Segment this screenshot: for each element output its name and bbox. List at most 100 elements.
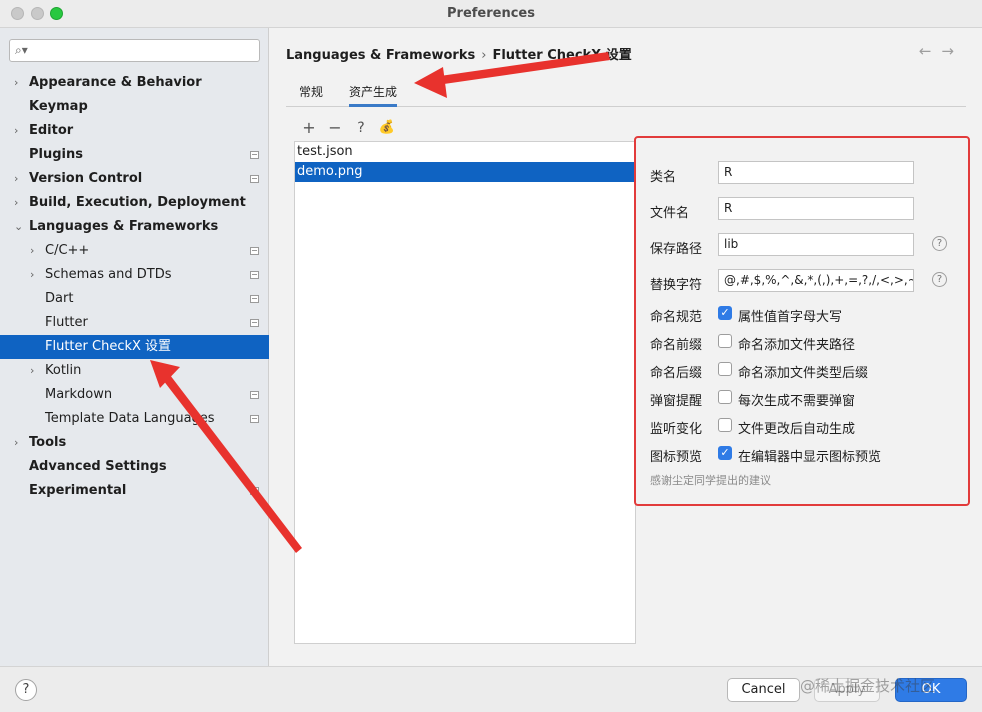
checkbox-auto-generate[interactable] — [718, 418, 732, 432]
search-icon: ⌕▾ — [15, 43, 28, 57]
checkbox-no-popup[interactable] — [718, 390, 732, 404]
sidebar-item[interactable]: Flutter CheckX 设置 — [0, 335, 269, 359]
check-row-label: 监听变化 — [650, 422, 703, 437]
check-row-label: 图标预览 — [650, 450, 703, 465]
sidebar-item-label: Plugins — [29, 147, 83, 162]
sidebar-item-label: Flutter — [45, 315, 88, 330]
sidebar-item[interactable]: Plugins — [0, 143, 269, 167]
sidebar-item[interactable]: › Tools — [0, 431, 269, 455]
checkbox-capitalize[interactable]: ✓ — [718, 306, 732, 320]
chevron-down-icon[interactable]: ⌄ — [14, 215, 23, 239]
back-arrow-icon[interactable]: ← — [919, 42, 942, 60]
checkbox-label[interactable]: 命名添加文件类型后缀 — [738, 362, 868, 381]
tab-asset-generation[interactable]: 资产生成 — [349, 83, 398, 107]
sidebar-item-label: Flutter CheckX 设置 — [45, 339, 172, 354]
file-name-input[interactable]: R — [718, 197, 914, 220]
save-path-input[interactable]: lib — [718, 233, 914, 256]
sidebar-item-label: Editor — [29, 123, 74, 138]
money-bag-icon[interactable]: 💰 — [378, 118, 396, 138]
save-path-help-icon[interactable]: ? — [932, 236, 947, 251]
checkbox-label[interactable]: 文件更改后自动生成 — [738, 418, 855, 437]
checkbox-folder-path[interactable] — [718, 334, 732, 348]
sidebar-item[interactable]: › Kotlin — [0, 359, 269, 383]
tab-general[interactable]: 常规 — [299, 83, 323, 100]
sidebar-item[interactable]: Markdown — [0, 383, 269, 407]
file-item-test-json[interactable]: test.json — [295, 142, 635, 162]
check-row-label: 命名规范 — [650, 310, 703, 325]
checkbox-label[interactable]: 属性值首字母大写 — [738, 306, 842, 325]
cancel-button[interactable]: Cancel — [727, 678, 800, 702]
settings-tree: › Appearance & Behavior Keymap › Editor Plugi… — [0, 71, 269, 503]
sidebar-item[interactable]: › C/C++ — [0, 239, 269, 263]
sidebar-item-label: Keymap — [29, 99, 88, 114]
project-scope-icon — [250, 175, 259, 183]
replace-chars-help-icon[interactable]: ? — [932, 272, 947, 287]
sidebar-item-label: Template Data Languages — [45, 411, 215, 426]
forward-arrow-icon[interactable]: → — [941, 42, 964, 60]
sidebar-item-label: Kotlin — [45, 363, 82, 378]
sidebar-item[interactable]: › Editor — [0, 119, 269, 143]
chevron-right-icon[interactable]: › — [30, 359, 34, 383]
checkbox-icon-preview[interactable]: ✓ — [718, 446, 732, 460]
sidebar-item[interactable]: ⌄ Languages & Frameworks — [0, 215, 269, 239]
checkbox-label[interactable]: 每次生成不需要弹窗 — [738, 390, 855, 409]
window-title: Preferences — [447, 6, 535, 21]
watermark: @稀土掘金技术社区 — [800, 677, 936, 695]
sidebar-item[interactable]: Flutter — [0, 311, 269, 335]
tab-bar: 常规 资产生成 — [286, 76, 966, 107]
breadcrumb: Languages & Frameworks › Flutter CheckX 设置 — [286, 44, 632, 63]
sidebar-item[interactable]: › Build, Execution, Deployment — [0, 191, 269, 215]
sidebar-item[interactable]: Dart — [0, 287, 269, 311]
preferences-window: Preferences ⌕▾ › Appearance & Behavior Key… — [0, 0, 982, 712]
sidebar-item-label: Dart — [45, 291, 74, 306]
replace-chars-label: 替换字符 — [650, 278, 703, 293]
chevron-right-icon[interactable]: › — [14, 167, 18, 191]
help-icon[interactable]: ? — [352, 118, 370, 138]
sidebar-item[interactable]: Keymap — [0, 95, 269, 119]
title-bar: Preferences — [0, 0, 982, 28]
help-button[interactable]: ? — [15, 679, 37, 701]
file-list: test.json demo.png — [294, 141, 636, 644]
sidebar-item[interactable]: Advanced Settings — [0, 455, 269, 479]
class-name-input[interactable]: R — [718, 161, 914, 184]
chevron-right-icon[interactable]: › — [14, 431, 18, 455]
breadcrumb-current: Flutter CheckX 设置 — [492, 48, 632, 63]
chevron-right-icon[interactable]: › — [14, 191, 18, 215]
sidebar-item[interactable]: Template Data Languages — [0, 407, 269, 431]
sidebar-item[interactable]: › Schemas and DTDs — [0, 263, 269, 287]
nav-arrows: ←→ — [919, 42, 964, 60]
checkbox-file-type-suffix[interactable] — [718, 362, 732, 376]
sidebar-item-label: Experimental — [29, 483, 127, 498]
thanks-note: 感谢尘定同学提出的建议 — [650, 474, 771, 487]
dialog-footer: ? Cancel Apply OK @稀土掘金技术社区 — [0, 666, 982, 712]
breadcrumb-parent[interactable]: Languages & Frameworks — [286, 48, 475, 63]
check-row-label: 弹窗提醒 — [650, 394, 703, 409]
sidebar-item[interactable]: › Version Control — [0, 167, 269, 191]
sidebar-item-label: Build, Execution, Deployment — [29, 195, 246, 210]
sidebar-item[interactable]: Experimental — [0, 479, 269, 503]
remove-icon[interactable]: − — [326, 118, 344, 138]
file-item-demo-png[interactable]: demo.png — [295, 162, 635, 182]
checkbox-label[interactable]: 命名添加文件夹路径 — [738, 334, 855, 353]
save-path-label: 保存路径 — [650, 242, 703, 257]
sidebar-item-label: Schemas and DTDs — [45, 267, 172, 282]
settings-sidebar: ⌕▾ › Appearance & Behavior Keymap › Editor Pl… — [0, 28, 269, 666]
chevron-right-icon[interactable]: › — [30, 263, 34, 287]
sidebar-item[interactable]: › Appearance & Behavior — [0, 71, 269, 95]
project-scope-icon — [250, 319, 259, 327]
sidebar-item-label: Version Control — [29, 171, 143, 186]
search-input[interactable]: ⌕▾ — [9, 39, 260, 62]
add-icon[interactable]: + — [300, 118, 318, 138]
project-scope-icon — [250, 295, 259, 303]
checkbox-label[interactable]: 在编辑器中显示图标预览 — [738, 446, 881, 465]
check-row-label: 命名后缀 — [650, 366, 703, 381]
sidebar-item-label: Markdown — [45, 387, 113, 402]
chevron-right-icon[interactable]: › — [14, 119, 18, 143]
sidebar-item-label: Appearance & Behavior — [29, 75, 202, 90]
chevron-right-icon[interactable]: › — [14, 71, 18, 95]
project-scope-icon — [250, 151, 259, 159]
chevron-right-icon[interactable]: › — [30, 239, 34, 263]
replace-chars-input[interactable]: @,#,$,%,^,&,*,(,),+,=,?,/,<,>,~ — [718, 269, 914, 292]
sidebar-item-label: Tools — [29, 435, 67, 450]
class-name-label: 类名 — [650, 170, 677, 185]
